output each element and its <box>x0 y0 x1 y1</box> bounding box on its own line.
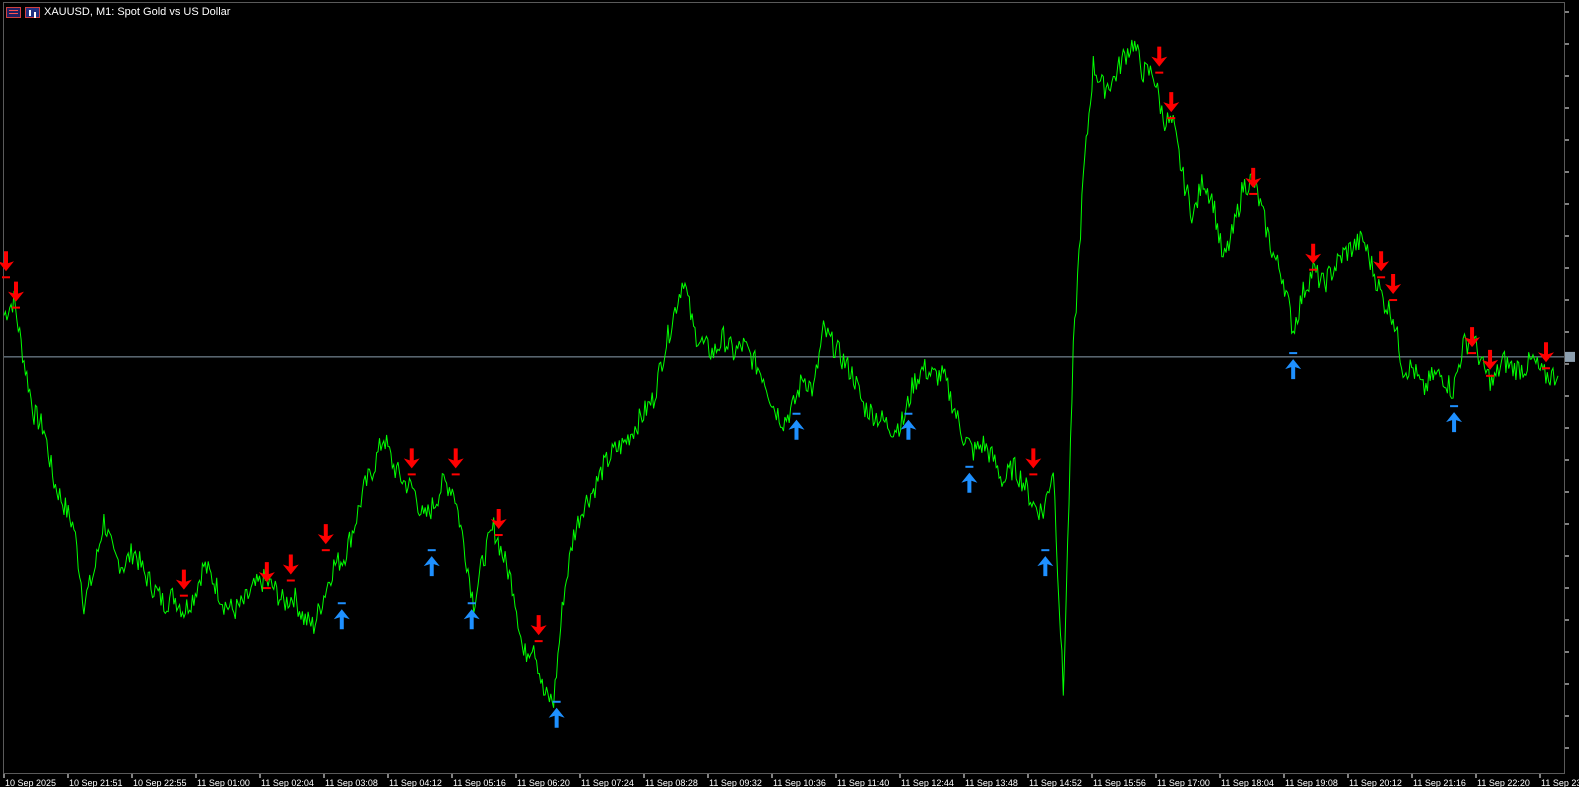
symbol-title: XAUUSD, M1: Spot Gold vs US Dollar <box>44 6 231 18</box>
sell-arrow-icon <box>447 448 464 476</box>
sell-arrow-icon <box>1151 46 1168 74</box>
sell-arrow-icon <box>0 251 14 279</box>
sell-arrow-icon <box>1482 349 1499 377</box>
x-tick-label: 11 Sep 03:08 <box>325 778 378 787</box>
sell-arrow-icon <box>403 448 420 476</box>
x-tick-label: 11 Sep 17:00 <box>1157 778 1210 787</box>
sell-arrow-icon <box>1163 92 1180 120</box>
buy-arrow-icon <box>423 549 440 577</box>
chart-title: XAUUSD, M1: Spot Gold vs US Dollar <box>6 4 230 20</box>
sell-arrow-icon <box>7 281 24 309</box>
x-tick-label: 10 Sep 2025 <box>5 778 56 787</box>
x-tick-label: 10 Sep 22:55 <box>133 778 187 787</box>
sell-arrow-icon <box>1373 251 1390 279</box>
sell-arrow-icon <box>1245 167 1262 195</box>
x-tick-label: 11 Sep 20:12 <box>1349 778 1402 787</box>
buy-arrow-icon <box>788 412 805 440</box>
x-tick-label: 11 Sep 11:40 <box>837 778 889 787</box>
sell-arrow-icon <box>530 615 547 643</box>
x-tick-label: 11 Sep 08:28 <box>645 778 698 787</box>
x-tick-label: 11 Sep 18:04 <box>1221 778 1274 787</box>
buy-arrow-icon <box>961 465 978 493</box>
bar-chart-icon[interactable] <box>25 6 40 18</box>
x-tick-label: 11 Sep 15:56 <box>1093 778 1146 787</box>
x-tick-label: 11 Sep 01:00 <box>197 778 250 787</box>
x-tick-label: 11 Sep 02:04 <box>261 778 314 787</box>
current-price-tag <box>1565 351 1575 362</box>
x-tick-label: 11 Sep 04:12 <box>389 778 442 787</box>
buy-arrow-icon <box>333 602 350 630</box>
x-tick-label: 11 Sep 14:52 <box>1029 778 1082 787</box>
x-tick-label: 10 Sep 21:51 <box>69 778 123 787</box>
x-tick-label: 11 Sep 19:08 <box>1285 778 1338 787</box>
buy-arrow-icon <box>548 700 565 728</box>
x-tick-label: 11 Sep 10:36 <box>773 778 826 787</box>
sell-arrow-icon <box>282 554 299 582</box>
x-tick-label: 11 Sep 09:32 <box>709 778 762 787</box>
x-tick-label: 11 Sep 05:16 <box>453 778 506 787</box>
sell-arrow-icon <box>1025 448 1042 476</box>
sell-arrow-icon <box>175 569 192 597</box>
buy-arrow-icon <box>1037 549 1054 577</box>
x-tick-label: 11 Sep 13:48 <box>965 778 1018 787</box>
buy-arrow-icon <box>1446 405 1463 433</box>
chart-list-icon[interactable] <box>6 6 21 18</box>
price-chart[interactable]: 10 Sep 2025 10 Sep 21:51 10 Sep 22:55 11 Se… <box>0 0 1579 787</box>
price-series-line <box>3 39 1559 708</box>
sell-arrow-icon <box>1385 274 1402 302</box>
x-tick-label: 11 Sep 12:44 <box>901 778 954 787</box>
sell-arrow-icon <box>1538 342 1555 370</box>
sell-arrow-icon <box>317 524 334 552</box>
x-tick-label: 11 Sep 06:20 <box>517 778 570 787</box>
x-tick-label: 11 Sep 21:16 <box>1413 778 1466 787</box>
x-tick-label: 11 Sep 22:20 <box>1477 778 1530 787</box>
chart-window[interactable]: 10 Sep 2025 10 Sep 21:51 10 Sep 22:55 11 Se… <box>0 0 1579 787</box>
buy-arrow-icon <box>463 602 480 630</box>
x-tick-label: 11 Sep 07:24 <box>581 778 634 787</box>
x-tick-label: 11 Sep 23:24 <box>1541 778 1579 787</box>
